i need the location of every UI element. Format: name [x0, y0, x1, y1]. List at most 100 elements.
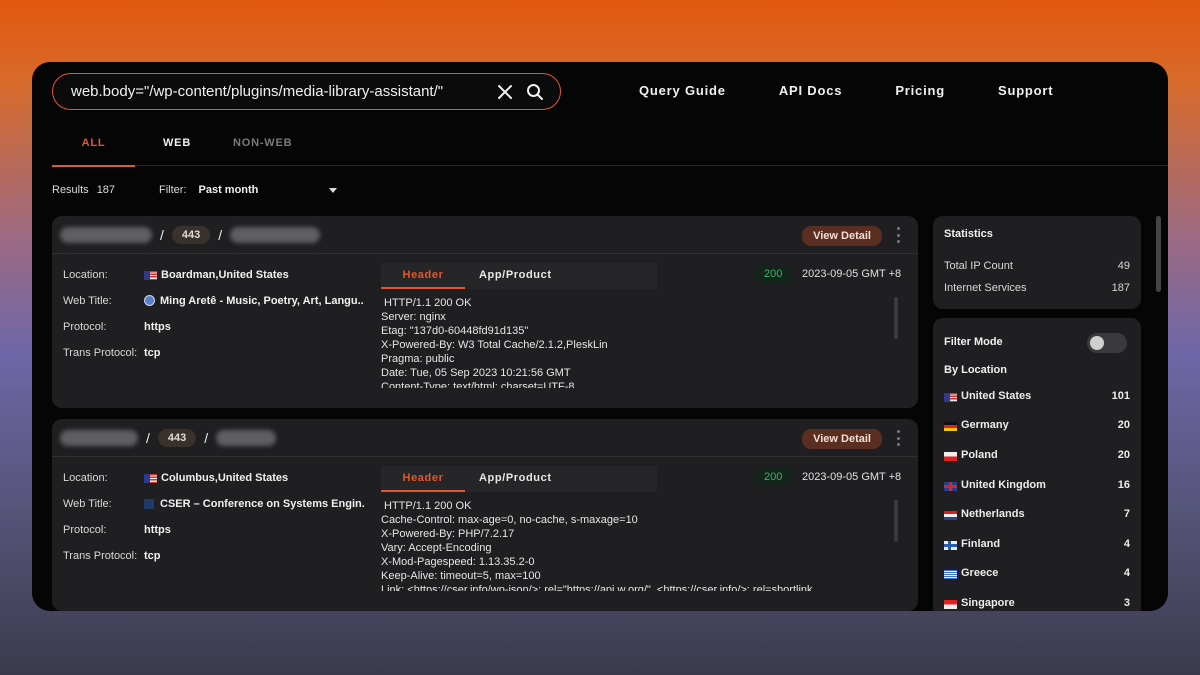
filter-dropdown[interactable]: Filter: Past month [159, 184, 337, 196]
http-line: HTTP/1.1 200 OK [384, 500, 472, 512]
uk-flag-icon [944, 481, 957, 491]
results-summary: Results 187 [52, 184, 115, 196]
port-badge[interactable]: 443 [157, 428, 197, 447]
stat-value: 187 [1111, 282, 1130, 294]
singapore-flag-icon [944, 599, 957, 609]
status-badge: 200 [754, 265, 793, 283]
germany-flag-icon [944, 421, 957, 431]
tab-web[interactable]: WEB [163, 137, 191, 149]
port-badge[interactable]: 443 [171, 225, 211, 244]
trans-protocol-label: Trans Protocol: [63, 550, 138, 562]
domain-redacted [230, 226, 321, 243]
finland-flag-icon [944, 540, 957, 550]
http-scrollbar[interactable] [894, 297, 898, 339]
location-filter-item[interactable]: Finland 4 [944, 538, 1130, 550]
http-line: X-Powered-By: W3 Total Cache/2.1.2,Plesk… [381, 339, 608, 351]
filter-mode-title: Filter Mode [944, 336, 1003, 348]
search-bar[interactable]: web.body="/wp-content/plugins/media-libr… [52, 73, 561, 110]
location-filter-item[interactable]: Netherlands 7 [944, 508, 1130, 520]
tab-app-product[interactable]: App/Product [479, 472, 552, 484]
tab-header[interactable]: Header [381, 269, 465, 289]
http-line: Server: nginx [381, 311, 446, 323]
location-count: 20 [1117, 449, 1130, 461]
location-count: 3 [1123, 597, 1130, 609]
http-line: Vary: Accept-Encoding [381, 542, 492, 554]
web-title-value[interactable]: Ming Aretê - Music, Poetry, Art, Langu..… [160, 295, 364, 307]
view-detail-button[interactable]: View Detail [802, 429, 882, 449]
http-scrollbar[interactable] [894, 500, 898, 542]
search-icon[interactable] [524, 81, 546, 103]
location-filter-item[interactable]: Greece 4 [944, 567, 1130, 579]
location-name: Singapore [961, 597, 1015, 609]
location-label: Location: [63, 472, 108, 484]
tab-app-product[interactable]: App/Product [479, 269, 552, 281]
filter-label: Filter: [159, 184, 187, 196]
location-count: 4 [1123, 538, 1130, 550]
filter-mode-toggle[interactable] [1087, 333, 1127, 353]
card-header: / 443 / View Detail [52, 419, 918, 457]
filter-mode-panel: Filter Mode By Location United States 10… [933, 318, 1141, 611]
nav-pricing[interactable]: Pricing [895, 83, 945, 98]
us-flag-icon [144, 474, 157, 483]
netherlands-flag-icon [944, 510, 957, 520]
tab-header[interactable]: Header [381, 472, 465, 492]
http-line: Cache-Control: max-age=0, no-cache, s-ma… [381, 514, 638, 526]
site-favicon-icon [144, 295, 155, 306]
trans-protocol-value[interactable]: tcp [144, 347, 161, 373]
poland-flag-icon [944, 451, 957, 461]
web-title-value[interactable]: CSER – Conference on Systems Engin... [160, 498, 364, 510]
location-name: United Kingdom [961, 479, 1046, 491]
nav-support[interactable]: Support [998, 83, 1053, 98]
protocol-label: Protocol: [63, 524, 107, 536]
results-label: Results [52, 184, 89, 196]
card-info: Location: Boardman,United States Web Titl… [63, 269, 364, 373]
location-count: 4 [1123, 567, 1130, 579]
detail-tabs: Header App/Product [381, 466, 657, 492]
location-filter-item[interactable]: Singapore 3 [944, 597, 1130, 609]
http-line: X-Powered-By: PHP/7.2.17 [381, 528, 515, 540]
clear-icon[interactable] [494, 81, 516, 103]
trans-protocol-label: Trans Protocol: [63, 347, 138, 359]
location-filter-item[interactable]: Germany 20 [944, 419, 1130, 431]
top-nav: Query Guide API Docs Pricing Support [639, 83, 1106, 98]
location-name: Finland [961, 538, 1001, 550]
stat-label: Total IP Count [944, 260, 1013, 272]
nav-query-guide[interactable]: Query Guide [639, 83, 726, 98]
stat-label: Internet Services [944, 282, 1027, 294]
page-scrollbar[interactable] [1156, 216, 1161, 292]
location-filter-item[interactable]: United States 101 [944, 390, 1130, 402]
greece-flag-icon [944, 569, 957, 579]
app-window: web.body="/wp-content/plugins/media-libr… [32, 62, 1168, 611]
results-count: 187 [96, 184, 116, 196]
location-filter-item[interactable]: United Kingdom 16 [944, 479, 1130, 491]
chevron-down-icon[interactable] [328, 187, 337, 193]
location-filter-item[interactable]: Poland 20 [944, 449, 1130, 461]
location-count: 7 [1123, 508, 1130, 520]
view-detail-button[interactable]: View Detail [802, 226, 882, 246]
ip-address-redacted [60, 226, 152, 243]
location-name: Poland [961, 449, 998, 461]
http-line: Date: Tue, 05 Sep 2023 10:21:56 GMT [381, 367, 571, 379]
filter-value[interactable]: Past month [199, 184, 329, 196]
tab-non-web[interactable]: NON-WEB [233, 137, 292, 149]
card-info: Location: Columbus,United States Web Titl… [63, 472, 364, 576]
more-options-icon[interactable] [896, 227, 900, 243]
more-options-icon[interactable] [896, 430, 900, 446]
protocol-value[interactable]: https [144, 524, 171, 550]
result-tabs: ALL WEB NON-WEB [52, 124, 1168, 167]
tab-all[interactable]: ALL [52, 137, 135, 167]
http-line: Content-Type: text/html; charset=UTF-8 [381, 381, 575, 388]
http-line: Pragma: public [381, 353, 455, 365]
location-value[interactable]: Columbus,United States [161, 472, 288, 484]
protocol-value[interactable]: https [144, 321, 171, 347]
http-response: HTTP/1.1 200 OK Cache-Control: max-age=0… [381, 499, 901, 591]
stat-value: 49 [1117, 260, 1130, 272]
web-title-label: Web Title: [63, 295, 112, 307]
location-name: Greece [961, 567, 999, 579]
location-value[interactable]: Boardman,United States [161, 269, 289, 281]
nav-api-docs[interactable]: API Docs [779, 83, 842, 98]
search-input[interactable]: web.body="/wp-content/plugins/media-libr… [71, 83, 494, 100]
location-label: Location: [63, 269, 108, 281]
scan-date: 2023-09-05 GMT +8 [802, 471, 902, 483]
trans-protocol-value[interactable]: tcp [144, 550, 161, 576]
